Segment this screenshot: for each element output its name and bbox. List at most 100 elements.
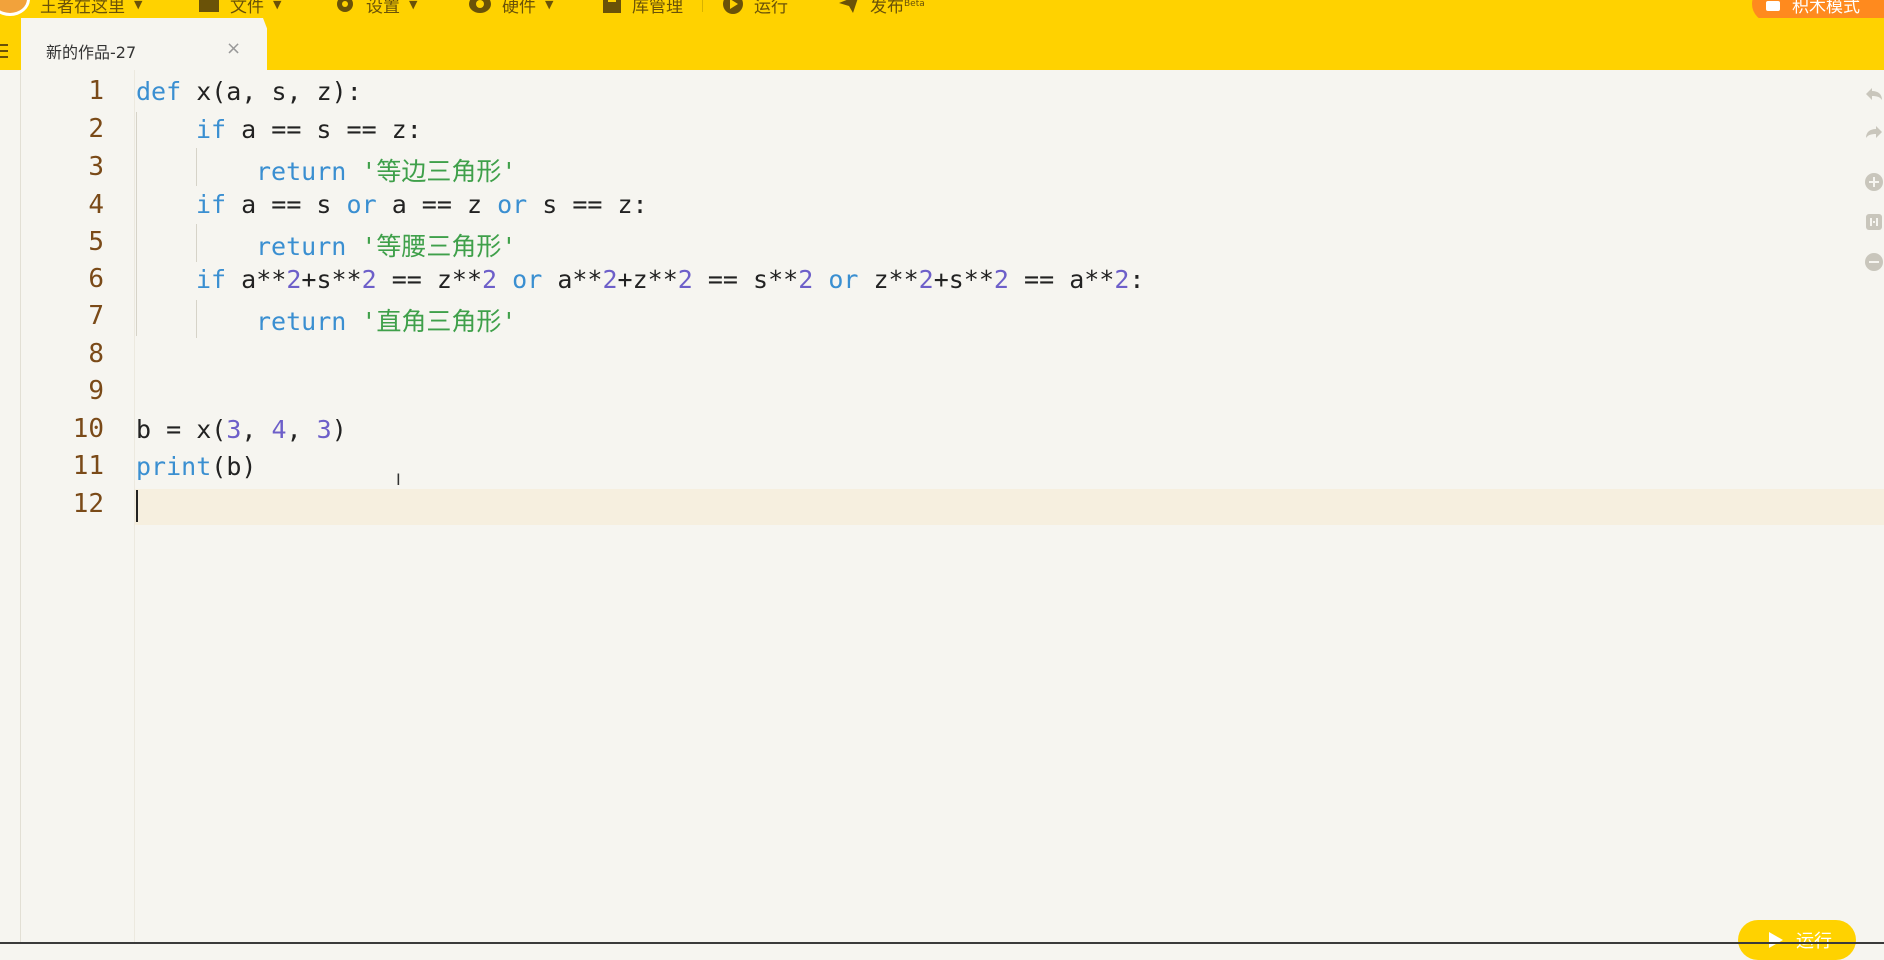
hardware-icon bbox=[469, 0, 491, 13]
code-token: == z** bbox=[376, 265, 483, 294]
paper-plane-icon bbox=[839, 0, 858, 13]
library-menu[interactable]: 库管理 bbox=[602, 0, 683, 17]
number-token: 3 bbox=[226, 415, 242, 444]
text-cursor bbox=[136, 490, 138, 522]
keyword-token: or bbox=[512, 265, 543, 294]
keyword-token: return bbox=[256, 157, 347, 186]
top-menu-bar: 王者在这里 ▼ 文件 ▼ 设置 ▼ 硬件 ▼ 库管理 运行 发布 Beta 积木模式 bbox=[0, 0, 1884, 18]
keyword-token: or bbox=[828, 265, 859, 294]
code-line[interactable]: print(b) bbox=[136, 452, 256, 481]
string-token: '直角三角形' bbox=[361, 307, 517, 336]
file-menu[interactable]: 文件 ▼ bbox=[198, 0, 282, 17]
code-line[interactable]: if a == s or a == z or s == z: bbox=[196, 190, 648, 219]
line-number: 9 bbox=[88, 376, 104, 406]
string-token: '等腰三角形' bbox=[361, 232, 517, 261]
settings-menu[interactable]: 设置 ▼ bbox=[334, 0, 418, 17]
tab-strip bbox=[0, 18, 1884, 70]
line-number: 5 bbox=[88, 227, 104, 257]
line-number: 12 bbox=[72, 489, 104, 519]
close-icon[interactable]: × bbox=[226, 38, 241, 59]
code-line[interactable]: return '等边三角形' bbox=[256, 152, 516, 188]
string-token: '等边三角形' bbox=[361, 157, 517, 186]
run-button[interactable]: 运行 bbox=[1738, 920, 1856, 960]
user-menu[interactable]: 王者在这里 ▼ bbox=[40, 0, 142, 17]
line-number: 11 bbox=[72, 451, 104, 481]
line-number: 7 bbox=[88, 301, 104, 331]
undo-icon[interactable] bbox=[1864, 84, 1884, 104]
keyword-token: if bbox=[196, 265, 227, 294]
code-token: +s** bbox=[301, 265, 362, 294]
folder-icon bbox=[199, 0, 219, 12]
number-token: 3 bbox=[316, 415, 332, 444]
reset-zoom-icon[interactable] bbox=[1864, 212, 1884, 232]
tab-title: 新的作品-27 bbox=[46, 43, 137, 62]
user-name: 王者在这里 bbox=[40, 0, 125, 17]
play-circle-icon bbox=[723, 0, 743, 14]
code-token: a == s bbox=[226, 190, 347, 219]
sidebar-toggle-icon[interactable] bbox=[0, 42, 10, 60]
number-token: 2 bbox=[482, 265, 498, 294]
keyword-token: return bbox=[256, 307, 347, 336]
code-line[interactable]: b = x(3, 4, 3) bbox=[136, 415, 347, 444]
line-number: 3 bbox=[88, 152, 104, 182]
code-line[interactable]: if a == s == z: bbox=[196, 115, 422, 144]
code-token: ) bbox=[331, 415, 347, 444]
code-token: (b) bbox=[211, 452, 257, 481]
code-line[interactable]: def x(a, s, z): bbox=[136, 77, 362, 106]
zoom-out-icon[interactable] bbox=[1864, 252, 1884, 272]
indent-guide bbox=[196, 300, 197, 338]
editor-border bbox=[20, 70, 21, 944]
line-number: 8 bbox=[88, 339, 104, 369]
chevron-down-icon: ▼ bbox=[273, 0, 282, 11]
number-token: 2 bbox=[918, 265, 934, 294]
run-menu-label: 运行 bbox=[754, 0, 788, 17]
indent-guide bbox=[196, 224, 197, 262]
settings-menu-label: 设置 bbox=[366, 0, 400, 17]
indent-guide bbox=[196, 148, 197, 186]
code-token: +s** bbox=[933, 265, 994, 294]
number-token: 4 bbox=[271, 415, 287, 444]
code-token: a == s == z: bbox=[226, 115, 422, 144]
keyword-token: or bbox=[346, 190, 377, 219]
library-icon bbox=[603, 0, 621, 13]
gear-icon bbox=[337, 0, 353, 12]
keyword-token: return bbox=[256, 232, 347, 261]
block-mode-button[interactable]: 积木模式 bbox=[1752, 0, 1884, 18]
user-avatar[interactable] bbox=[0, 0, 30, 16]
code-line[interactable]: return '等腰三角形' bbox=[256, 227, 516, 263]
library-menu-label: 库管理 bbox=[632, 0, 683, 17]
current-line-highlight bbox=[134, 489, 1884, 525]
number-token: 2 bbox=[286, 265, 302, 294]
code-line[interactable]: return '直角三角形' bbox=[256, 302, 516, 338]
blocks-icon bbox=[1766, 1, 1780, 11]
publish-menu-label: 发布 bbox=[870, 0, 904, 17]
keyword-token: if bbox=[196, 190, 227, 219]
number-token: 2 bbox=[602, 265, 618, 294]
line-number: 4 bbox=[88, 190, 104, 220]
redo-icon[interactable] bbox=[1864, 122, 1884, 142]
code-token: x(a, s, z): bbox=[181, 77, 362, 106]
hardware-menu[interactable]: 硬件 ▼ bbox=[468, 0, 553, 17]
code-token: s == z: bbox=[527, 190, 648, 219]
code-token: a** bbox=[542, 265, 603, 294]
run-button-label: 运行 bbox=[1796, 931, 1832, 952]
chevron-down-icon: ▼ bbox=[409, 0, 418, 11]
line-number: 2 bbox=[88, 114, 104, 144]
code-token: , bbox=[241, 415, 272, 444]
line-number: 10 bbox=[72, 414, 104, 444]
code-token: a == z bbox=[376, 190, 498, 219]
beta-badge: Beta bbox=[904, 0, 925, 9]
code-token: == s** bbox=[692, 265, 799, 294]
ibeam-cursor-icon: I bbox=[396, 470, 401, 489]
code-token: : bbox=[1129, 265, 1145, 294]
run-menu[interactable]: 运行 bbox=[722, 0, 788, 17]
code-token: b = x( bbox=[136, 415, 227, 444]
number-token: 2 bbox=[1114, 265, 1130, 294]
code-token: +z** bbox=[617, 265, 678, 294]
publish-menu[interactable]: 发布 Beta bbox=[838, 0, 925, 17]
play-icon bbox=[1769, 932, 1783, 948]
zoom-in-icon[interactable] bbox=[1864, 172, 1884, 192]
keyword-token: def bbox=[136, 77, 182, 106]
code-line[interactable]: if a**2+s**2 == z**2 or a**2+z**2 == s**… bbox=[196, 265, 1144, 294]
keyword-token: if bbox=[196, 115, 227, 144]
